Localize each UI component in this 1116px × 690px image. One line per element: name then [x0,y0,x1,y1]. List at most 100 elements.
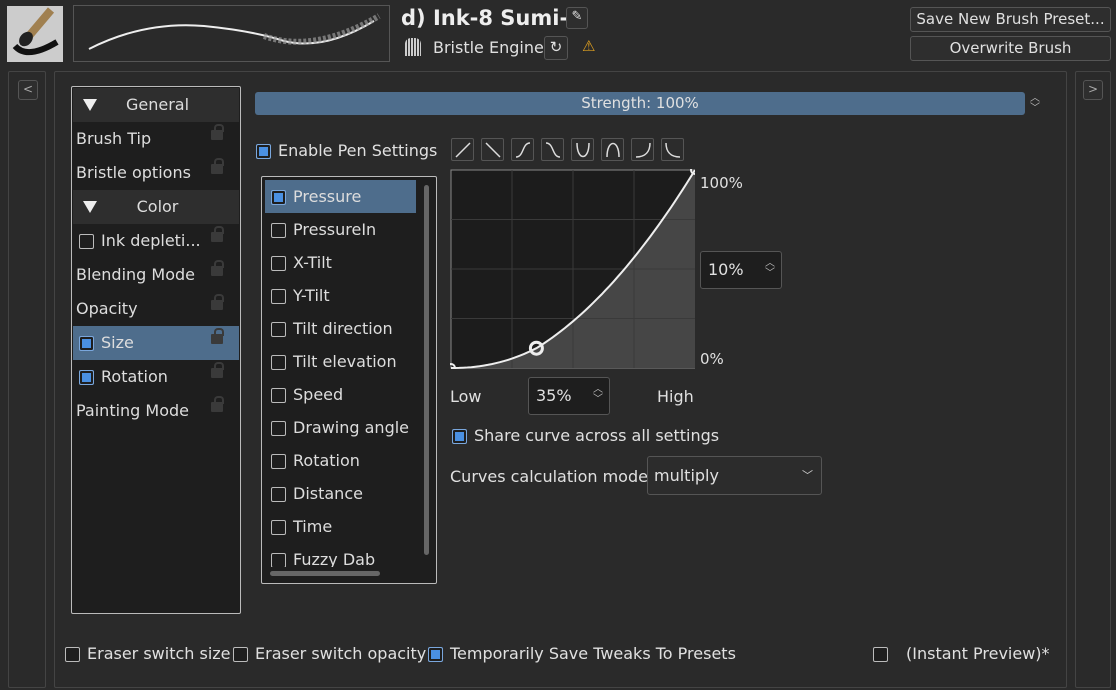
checkbox[interactable] [271,355,286,370]
lock-icon[interactable] [211,158,224,174]
sensor-item[interactable]: Fuzzy Dab [265,543,416,567]
option-item[interactable]: Opacity [73,292,239,326]
checkbox[interactable] [256,144,271,159]
curve-preset-concave-down-button[interactable] [661,138,684,161]
checkbox[interactable] [271,256,286,271]
sensor-scrollbar-horizontal[interactable] [270,571,380,576]
pencil-icon: ✎ [571,9,583,24]
curve-preset-inverse-s-curve-button[interactable] [541,138,564,161]
checkbox[interactable] [271,454,286,469]
left-collapse-panel [8,71,46,688]
lock-icon[interactable] [211,328,224,344]
option-item[interactable]: Rotation [73,360,239,394]
option-item[interactable]: Size [73,326,239,360]
engine-label: Bristle Engine [433,38,544,57]
checkbox[interactable] [271,553,286,567]
inverse-linear-icon [485,142,501,158]
save-new-preset-button[interactable]: Save New Brush Preset... [910,7,1111,32]
option-item[interactable]: Brush Tip [73,122,239,156]
option-group-header[interactable]: Color [73,190,239,224]
checkbox[interactable] [79,370,94,385]
curve-preset-arch-curve-button[interactable] [601,138,624,161]
temp-save-tweaks-checkbox[interactable]: Temporarily Save Tweaks To Presets [428,644,736,663]
option-item[interactable]: Ink depleti... [73,224,239,258]
curve-top-label: 100% [700,174,743,192]
u-curve-icon [576,142,590,158]
instant-preview-checkbox[interactable]: (Instant Preview)* [873,644,1050,663]
linear-icon [455,142,471,158]
checkbox[interactable] [271,190,286,205]
checkbox[interactable] [452,429,467,444]
lock-icon[interactable] [211,226,224,242]
inverse-s-curve-icon [545,142,561,158]
chevron-down-icon: ﹀ [802,469,813,482]
option-item[interactable]: Blending Mode [73,258,239,292]
arch-curve-icon [606,142,620,158]
checkbox[interactable] [271,289,286,304]
eraser-switch-size-checkbox[interactable]: Eraser switch size [65,644,231,663]
sensor-item[interactable]: Rotation [265,444,416,477]
stroke-preview [73,5,390,62]
curve-editor[interactable] [450,169,695,369]
sensor-item[interactable]: PressureIn [265,213,416,246]
sensor-item[interactable]: Tilt elevation [265,345,416,378]
spin-arrows[interactable]: ︿ ﹀ [593,385,603,405]
checkbox[interactable] [428,647,443,662]
share-curve-checkbox[interactable]: Share curve across all settings [452,426,719,445]
curve-preset-u-curve-button[interactable] [571,138,594,161]
lock-icon[interactable] [211,260,224,276]
curve-preset-linear-button[interactable] [451,138,474,161]
sensor-item[interactable]: Y-Tilt [265,279,416,312]
strength-slider[interactable]: Strength: 100% [255,92,1025,115]
lock-icon[interactable] [211,362,224,378]
brush-icon [12,7,59,55]
collapse-right-button[interactable]: > [1083,80,1103,100]
collapse-triangle-icon [83,201,97,213]
sensor-item[interactable]: Speed [265,378,416,411]
checkbox[interactable] [271,388,286,403]
checkbox[interactable] [271,322,286,337]
checkbox[interactable] [65,647,80,662]
checkbox[interactable] [271,520,286,535]
sensor-item[interactable]: Tilt direction [265,312,416,345]
enable-pen-settings-checkbox[interactable]: Enable Pen Settings [256,141,437,160]
checkbox[interactable] [233,647,248,662]
spin-arrows[interactable]: ︿ ﹀ [765,259,775,279]
sensor-item[interactable]: Distance [265,477,416,510]
sensor-item[interactable]: Time [265,510,416,543]
low-label: Low [450,387,482,406]
curve-y-value-input[interactable]: 10% ︿ ﹀ [700,251,782,289]
curve-x-value-input[interactable]: 35% ︿ ﹀ [528,377,610,415]
lock-icon[interactable] [211,396,224,412]
option-item[interactable]: Painting Mode [73,394,239,428]
overwrite-brush-button[interactable]: Overwrite Brush [910,36,1111,61]
s-curve-icon [515,142,531,158]
eraser-switch-opacity-checkbox[interactable]: Eraser switch opacity [233,644,426,663]
sensor-item[interactable]: Drawing angle [265,411,416,444]
option-item[interactable]: Bristle options [73,156,239,190]
reload-button[interactable]: ↻ [544,36,568,60]
preset-name: d) Ink-8 Sumi-e [401,6,583,30]
lock-icon[interactable] [211,294,224,310]
strength-spin-arrows[interactable]: ︿ ﹀ [1030,94,1040,114]
checkbox[interactable] [271,421,286,436]
checkbox[interactable] [271,223,286,238]
checkbox[interactable] [79,336,94,351]
checkbox[interactable] [873,647,888,662]
collapse-left-button[interactable]: < [18,80,38,100]
rename-button[interactable]: ✎ [566,7,588,29]
high-label: High [657,387,694,406]
sensor-item[interactable]: X-Tilt [265,246,416,279]
calc-mode-select[interactable]: multiply ﹀ [647,456,822,495]
strength-label: Strength: 100% [581,94,699,112]
lock-icon[interactable] [211,124,224,140]
option-group-header[interactable]: General [73,88,239,122]
sensor-item[interactable]: Pressure [265,180,416,213]
curve-preset-s-curve-button[interactable] [511,138,534,161]
sensor-scrollbar-vertical[interactable] [424,185,429,555]
checkbox[interactable] [79,234,94,249]
checkbox[interactable] [271,487,286,502]
curve-preset-concave-up-button[interactable] [631,138,654,161]
brush-thumbnail[interactable] [7,6,63,62]
curve-preset-inverse-linear-button[interactable] [481,138,504,161]
